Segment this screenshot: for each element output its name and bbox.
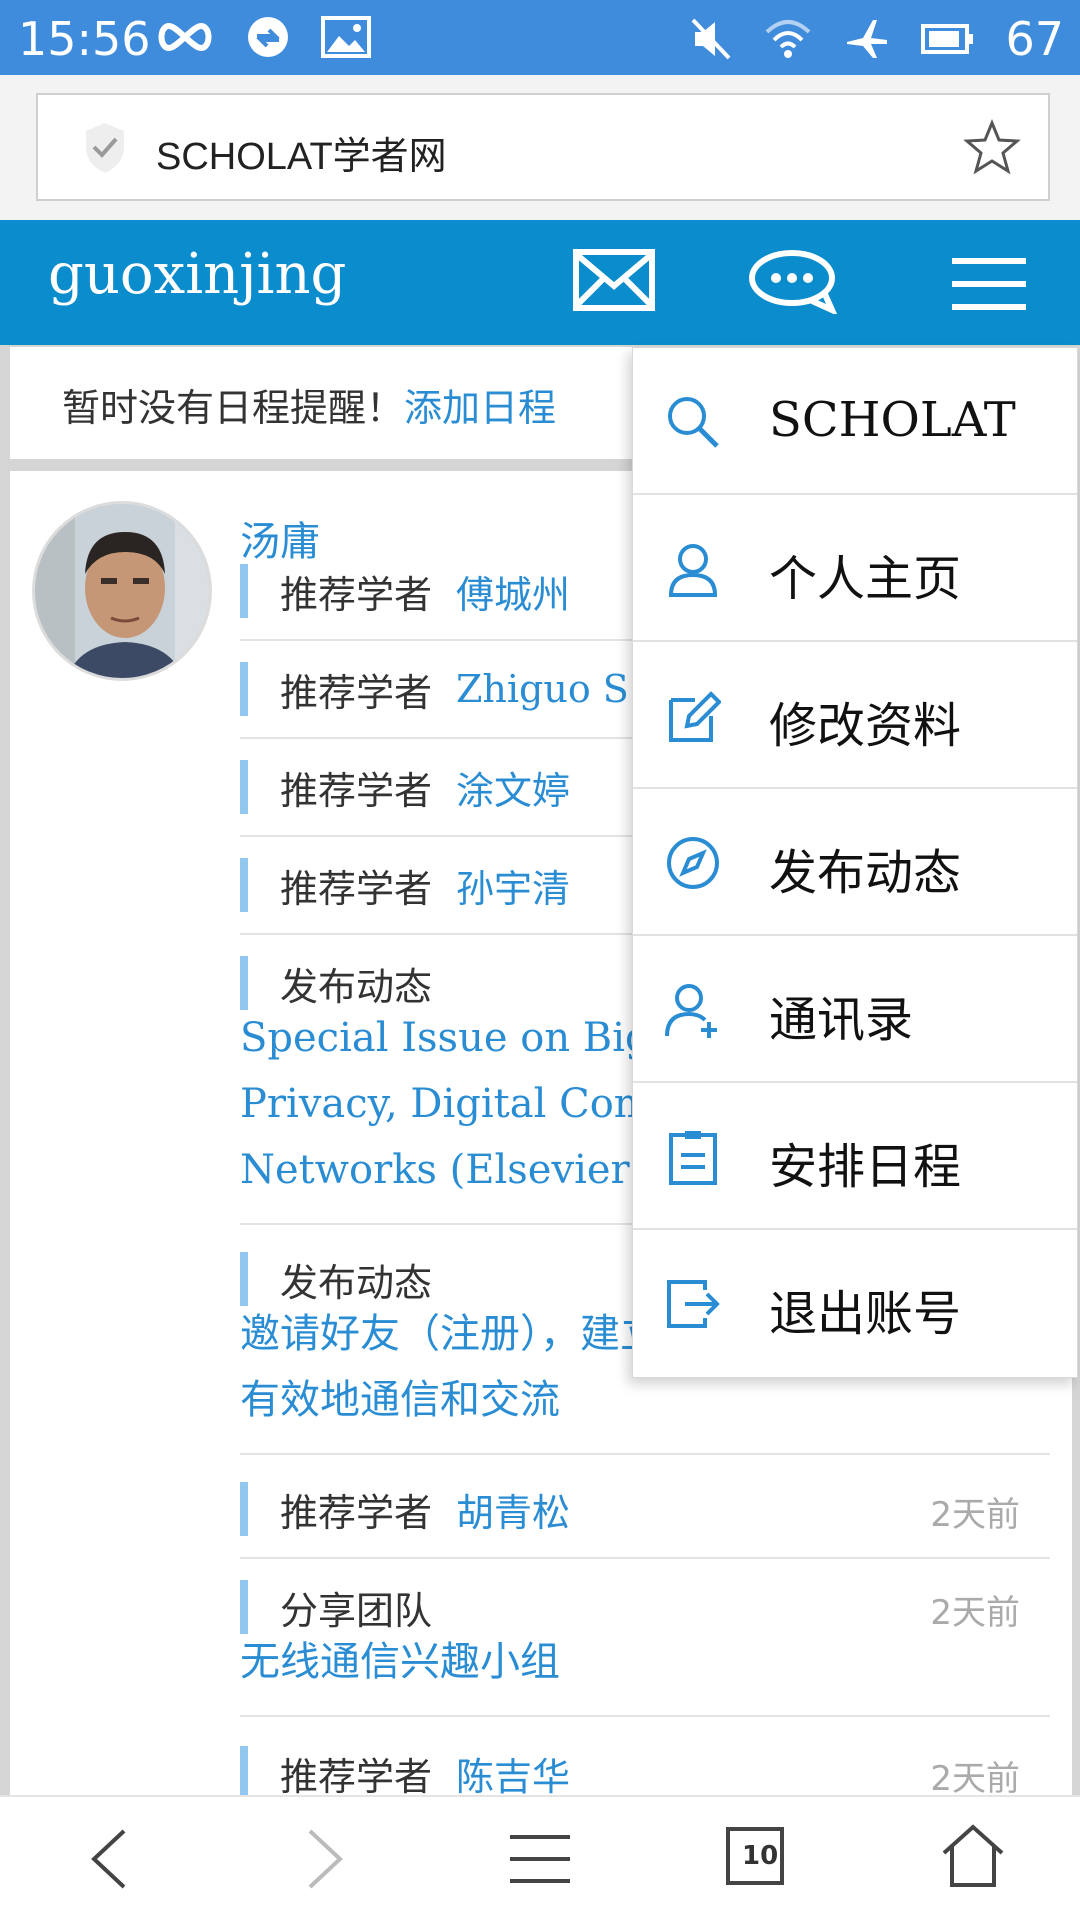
airplane-icon bbox=[847, 20, 888, 58]
feed-item: 分享团队 2天前 无线通信兴趣小组 bbox=[240, 1559, 1050, 1717]
timestamp: 2天前 bbox=[930, 1593, 1020, 1633]
feed-item-type: 发布动态 bbox=[280, 1260, 433, 1305]
notice-text: 暂时没有日程提醒！添加日程 bbox=[62, 386, 557, 430]
menu-item-label: 通讯录 bbox=[769, 992, 914, 1048]
status-left-icons bbox=[155, 14, 371, 60]
avatar[interactable] bbox=[32, 501, 212, 681]
menu-item-post[interactable]: 发布动态 bbox=[633, 789, 1077, 936]
back-icon[interactable] bbox=[84, 1827, 134, 1891]
logout-icon bbox=[667, 1280, 720, 1328]
menu-item-label: 修改资料 bbox=[769, 698, 962, 754]
scholar-link[interactable]: Zhiguo S bbox=[456, 667, 629, 711]
scholar-link[interactable]: 胡青松 bbox=[456, 1482, 570, 1537]
forward-icon[interactable] bbox=[300, 1827, 350, 1891]
status-right-icons: 67 bbox=[689, 12, 1064, 66]
add-contact-icon bbox=[665, 984, 717, 1038]
feed-item-type: 推荐学者 bbox=[280, 866, 433, 911]
edit-icon bbox=[669, 691, 721, 742]
status-bar: 15:56 67 bbox=[0, 0, 1080, 75]
menu-item-label: 安排日程 bbox=[769, 1139, 962, 1195]
page-title: SCHOLAT学者网 bbox=[156, 136, 447, 178]
feed-item-type: 推荐学者 bbox=[280, 1490, 433, 1535]
compass-icon bbox=[667, 837, 719, 889]
accent-bar bbox=[240, 956, 248, 1010]
clipboard-icon bbox=[669, 1131, 717, 1185]
feed-item-type: 发布动态 bbox=[280, 964, 433, 1009]
menu-item-schedule[interactable]: 安排日程 bbox=[633, 1083, 1077, 1230]
scholar-link[interactable]: 孙宇清 bbox=[456, 858, 570, 913]
status-time: 15:56 bbox=[18, 12, 151, 66]
search-icon bbox=[668, 397, 719, 448]
accent-bar bbox=[240, 564, 248, 618]
feed-item-type: 推荐学者 bbox=[280, 670, 433, 715]
accent-bar bbox=[240, 1746, 248, 1795]
add-schedule-link[interactable]: 添加日程 bbox=[404, 386, 556, 430]
feed-item: 推荐学者 胡青松 2天前 bbox=[240, 1461, 1050, 1559]
accent-bar bbox=[240, 1252, 248, 1306]
feed-item-type: 推荐学者 bbox=[280, 768, 433, 813]
tabs-count: 10 bbox=[742, 1841, 779, 1871]
menu-item-contacts[interactable]: 通讯录 bbox=[633, 936, 1077, 1083]
avatar-portrait bbox=[35, 504, 209, 678]
menu-item-homepage[interactable]: 个人主页 bbox=[633, 495, 1077, 642]
team-name: 无线通信兴趣小组 bbox=[240, 1639, 560, 1685]
mute-icon bbox=[692, 18, 731, 60]
chat-icon[interactable] bbox=[748, 248, 842, 314]
menu-item-logout[interactable]: 退出账号 bbox=[633, 1230, 1077, 1377]
bookmark-star-icon[interactable] bbox=[962, 119, 1022, 177]
accent-bar bbox=[240, 1482, 248, 1536]
menu-icon[interactable] bbox=[508, 1833, 572, 1885]
menu-item-label: SCHOLAT bbox=[769, 392, 1016, 448]
accent-bar bbox=[240, 858, 248, 912]
accent-bar bbox=[240, 1580, 248, 1634]
battery-icon bbox=[921, 24, 974, 54]
timestamp: 2天前 bbox=[930, 1759, 1020, 1795]
menu-item-label: 退出账号 bbox=[769, 1286, 962, 1342]
accent-bar bbox=[240, 760, 248, 814]
browser-bottom-nav: 10 bbox=[0, 1795, 1080, 1920]
shield-icon bbox=[86, 123, 124, 173]
menu-item-edit-profile[interactable]: 修改资料 bbox=[633, 642, 1077, 789]
menu-item-search[interactable]: SCHOLAT bbox=[633, 348, 1077, 495]
battery-level: 67 bbox=[1005, 12, 1064, 66]
home-icon[interactable] bbox=[940, 1823, 1006, 1889]
scholar-link[interactable]: 傅城州 bbox=[456, 564, 570, 619]
dropdown-menu: SCHOLAT 个人主页 修改资料 发布动态 通讯录 安排日程 退出账号 bbox=[632, 347, 1078, 1378]
sync-icon bbox=[248, 17, 288, 57]
scholar-link[interactable]: 涂文婷 bbox=[456, 760, 570, 815]
team-link[interactable]: 无线通信兴趣小组 bbox=[240, 1629, 1050, 1715]
menu-item-label: 个人主页 bbox=[769, 551, 962, 607]
menu-item-label: 发布动态 bbox=[769, 845, 962, 901]
feed-item-type: 推荐学者 bbox=[280, 572, 433, 617]
tabs-button[interactable]: 10 bbox=[726, 1827, 784, 1885]
accent-bar bbox=[240, 662, 248, 716]
hamburger-menu-icon[interactable] bbox=[950, 256, 1028, 312]
feed-item-type: 推荐学者 bbox=[280, 1754, 433, 1796]
scholar-link[interactable]: 陈吉华 bbox=[456, 1746, 570, 1796]
timestamp: 2天前 bbox=[930, 1495, 1020, 1535]
image-icon bbox=[321, 16, 371, 58]
feed-item-type: 分享团队 bbox=[280, 1588, 433, 1633]
url-field[interactable]: SCHOLAT学者网 bbox=[36, 93, 1050, 201]
browser-address-bar: SCHOLAT学者网 bbox=[0, 75, 1080, 220]
wifi-icon bbox=[766, 20, 811, 58]
mail-icon[interactable] bbox=[572, 248, 656, 312]
infinity-icon bbox=[158, 22, 212, 52]
app-header: guoxinjing bbox=[0, 220, 1080, 345]
username: guoxinjing bbox=[48, 242, 347, 307]
user-icon bbox=[668, 544, 718, 597]
feed-item: 推荐学者 陈吉华 2天前 bbox=[240, 1725, 1050, 1795]
